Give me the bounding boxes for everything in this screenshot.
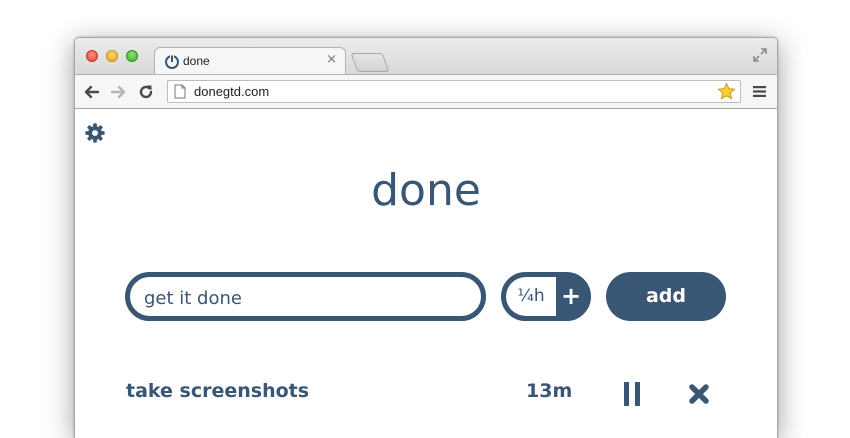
add-button[interactable]: add [606, 272, 726, 321]
close-icon[interactable] [688, 383, 710, 405]
browser-toolbar: donegtd.com [75, 74, 777, 109]
task-name[interactable]: take screenshots [126, 380, 309, 402]
fullscreen-icon[interactable] [752, 47, 768, 63]
task-row: take screenshots 13m [75, 374, 777, 414]
time-picker[interactable]: ¼h + [501, 272, 591, 321]
new-tab-button[interactable] [350, 53, 390, 72]
task-input[interactable] [144, 285, 464, 311]
back-arrow-icon[interactable] [82, 83, 100, 101]
window-maximize-button[interactable] [126, 50, 138, 62]
task-elapsed-time: 13m [526, 380, 573, 402]
address-bar[interactable]: donegtd.com [167, 80, 741, 103]
url-text: donegtd.com [194, 84, 270, 99]
app-title: done [371, 165, 481, 216]
page-icon [174, 84, 186, 99]
tab-close-icon[interactable]: × [326, 52, 337, 67]
hamburger-menu-icon[interactable] [753, 85, 766, 98]
reload-icon[interactable] [137, 83, 155, 101]
tab-strip: done × [75, 38, 777, 74]
tab-done[interactable]: done × [154, 47, 346, 74]
power-favicon-icon [165, 55, 179, 69]
time-increment-button[interactable]: + [556, 277, 586, 316]
gear-icon[interactable] [84, 122, 106, 144]
forward-arrow-icon[interactable] [110, 83, 128, 101]
pause-icon[interactable] [623, 382, 641, 406]
tab-title: done [183, 54, 210, 68]
browser-window: done × donegtd.com done get it done ¼h +… [74, 37, 778, 438]
task-input-wrapper[interactable] [125, 272, 486, 321]
window-minimize-button[interactable] [106, 50, 118, 62]
time-value[interactable]: ¼h [506, 277, 556, 316]
window-close-button[interactable] [86, 50, 98, 62]
bookmark-star-icon[interactable] [717, 82, 736, 101]
app-content: done ¼h + add take screenshots 13m [75, 109, 777, 438]
